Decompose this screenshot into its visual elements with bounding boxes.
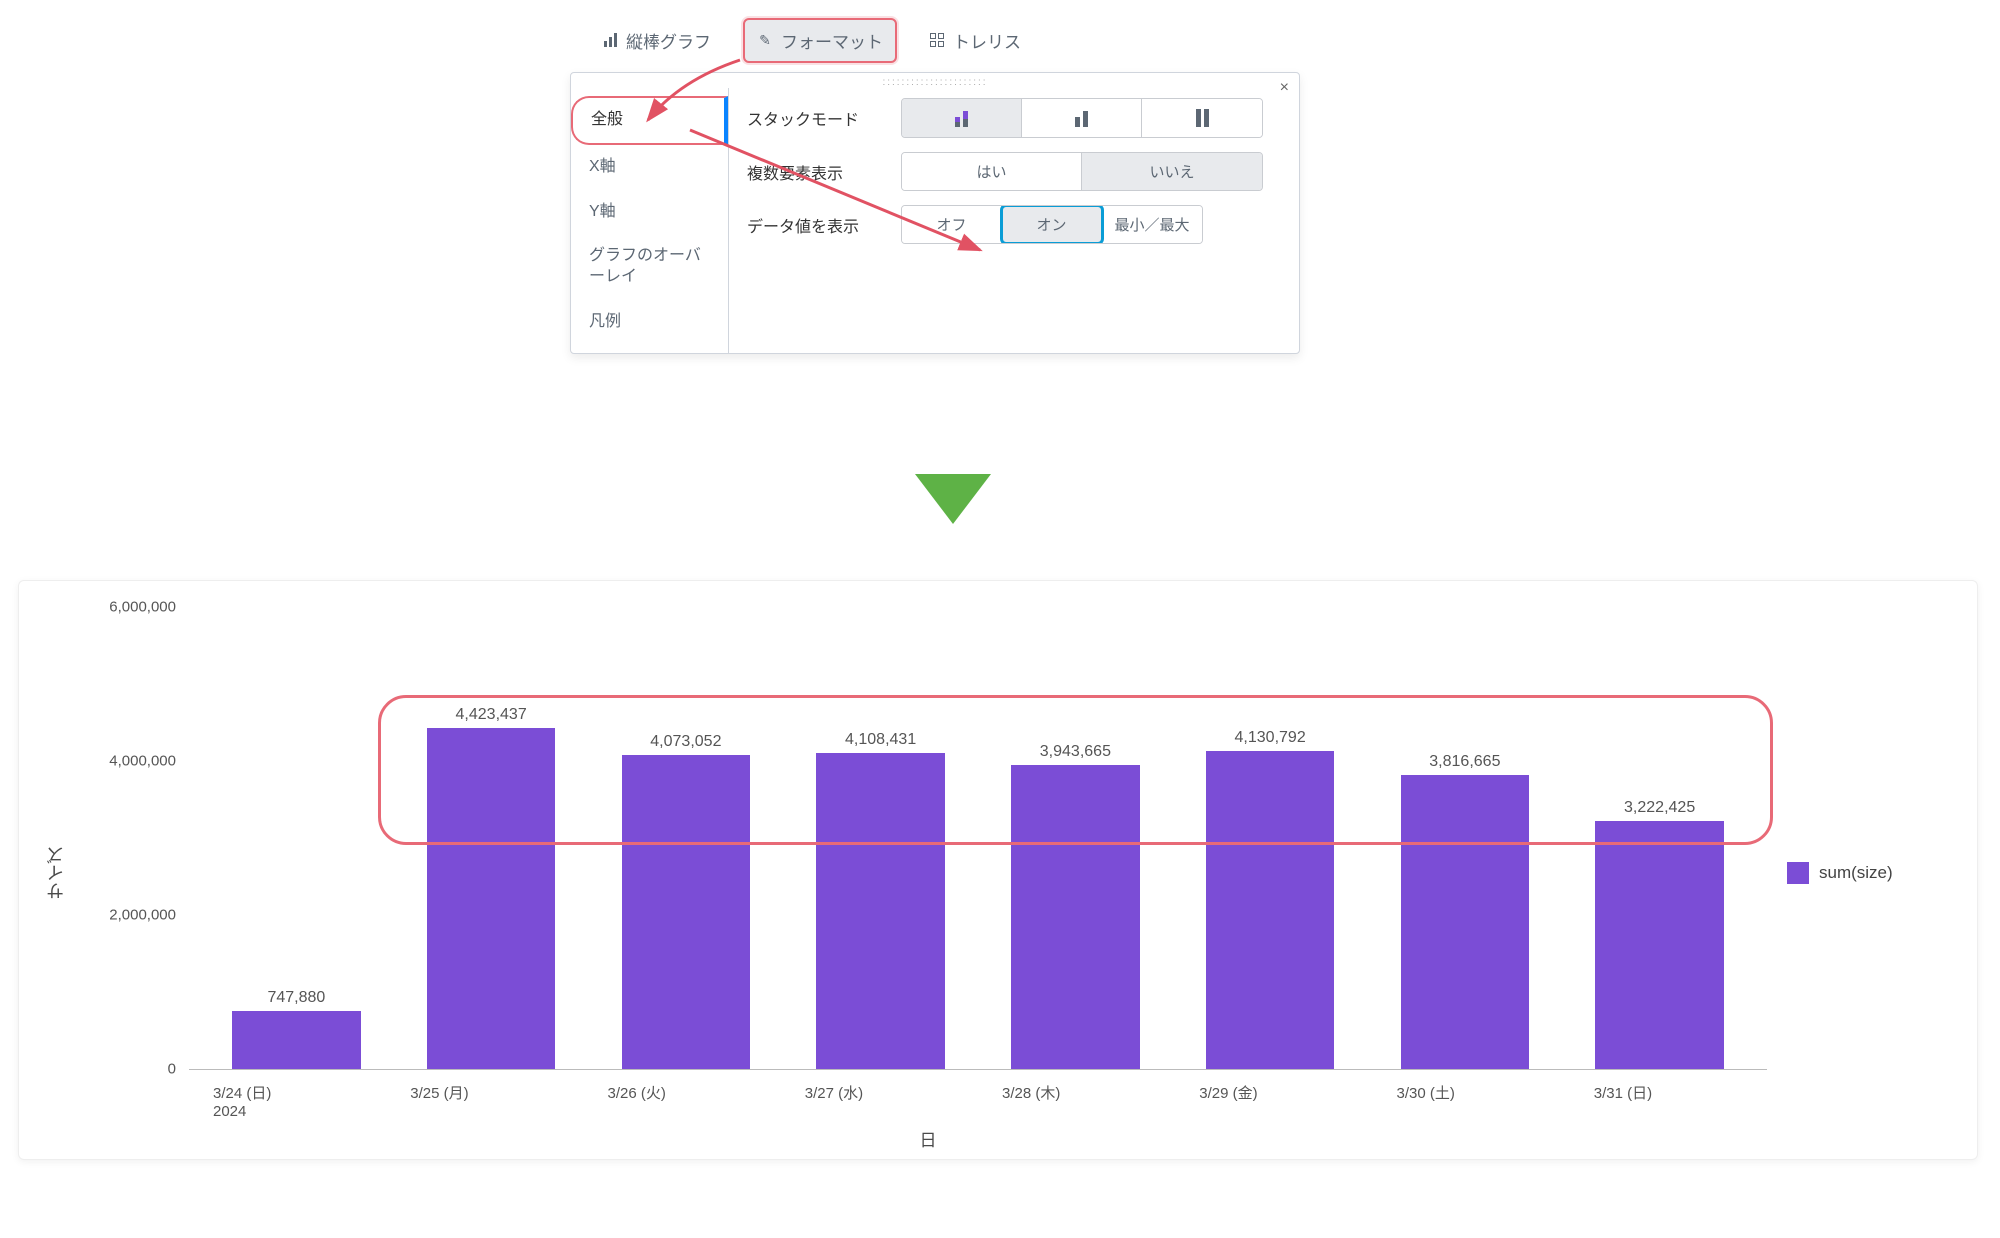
multi-element-segment: はい いいえ [901,152,1263,191]
bar-slot: 4,073,052 [589,607,784,1069]
grouped-bars-icon [955,109,968,127]
bar-slot: 4,423,437 [394,607,589,1069]
x-labels: 3/24 (日)20243/25 (月)3/26 (火)3/27 (水)3/28… [189,1085,1767,1121]
bar-slot: 3,943,665 [978,607,1173,1069]
bar[interactable] [622,755,751,1069]
stack-mode-100pct[interactable] [1142,99,1262,137]
y-axis-title: サイズ [39,846,69,900]
bar-value-label: 4,073,052 [650,733,721,751]
x-tick-label: 3/31 (日) [1570,1085,1767,1121]
bar-slot: 3,222,425 [1562,607,1757,1069]
bar[interactable] [1011,765,1140,1069]
sidebar-item-yaxis[interactable]: Y軸 [571,190,728,235]
stack-mode-segment [901,98,1263,138]
sidebar-item-overlay[interactable]: グラフのオーバーレイ [571,234,728,300]
bar[interactable] [1206,751,1335,1069]
x-tick-label: 3/25 (月) [386,1085,583,1121]
chart-legend[interactable]: sum(size) [1787,597,1957,1149]
legend-swatch [1787,862,1809,884]
sidebar-item-xaxis[interactable]: X軸 [571,145,728,190]
stacked-bars-icon [1075,109,1088,127]
bar-value-label: 747,880 [267,989,325,1007]
bar-value-label: 3,816,665 [1429,753,1500,771]
x-axis-title: 日 [69,1126,1787,1151]
legend-label: sum(size) [1819,863,1893,883]
sidebar-item-general[interactable]: 全般 [571,96,728,145]
bar[interactable] [232,1011,361,1069]
tab-bar-chart-label: 縦棒グラフ [626,28,711,53]
pct-bars-icon [1196,109,1209,127]
dataval-off[interactable]: オフ [902,206,1002,243]
tab-bar-chart[interactable]: 縦棒グラフ [590,20,723,61]
multi-no[interactable]: いいえ [1082,153,1262,190]
format-panel: :::::::::::::::::::::: × 全般 X軸 Y軸 グラフのオー… [570,72,1300,354]
x-tick-label: 3/30 (土) [1373,1085,1570,1121]
bar-value-label: 4,130,792 [1235,729,1306,747]
x-tick-label: 3/29 (金) [1175,1085,1372,1121]
bar-slot: 4,130,792 [1173,607,1368,1069]
data-value-label: データ値を表示 [747,213,887,237]
dataval-on[interactable]: オン [1002,206,1102,243]
config-tab-bar: 縦棒グラフ ✎ フォーマット トレリス [570,20,1310,60]
tab-format[interactable]: ✎ フォーマット [743,18,897,63]
chart-card: サイズ 0 2,000,000 4,000,000 6,000,000 747,880… [18,580,1978,1160]
bar-chart-icon [602,32,618,48]
bar-value-label: 4,423,437 [456,706,527,724]
dataval-minmax[interactable]: 最小／最大 [1102,206,1202,243]
y-tick: 6,000,000 [109,599,176,616]
sidebar-item-legend[interactable]: 凡例 [571,300,728,345]
bar-value-label: 4,108,431 [845,731,916,749]
tab-trellis-label: トレリス [953,28,1021,53]
y-tick: 4,000,000 [109,752,176,769]
bar-slot: 3,816,665 [1368,607,1563,1069]
bar[interactable] [816,753,945,1069]
y-tick: 2,000,000 [109,906,176,923]
multi-element-label: 複数要素表示 [747,160,887,184]
close-button[interactable]: × [1280,79,1289,97]
tab-format-label: フォーマット [781,28,883,53]
panel-sidebar: 全般 X軸 Y軸 グラフのオーバーレイ 凡例 [571,88,729,353]
down-arrow-icon [915,474,991,524]
multi-yes[interactable]: はい [902,153,1082,190]
bar[interactable] [1401,775,1530,1069]
bar-value-label: 3,943,665 [1040,743,1111,761]
chart-plot: 747,880 4,423,437 4,073,052 4,108,431 3,943,… [189,607,1767,1069]
x-tick-label: 3/26 (火) [584,1085,781,1121]
y-ticks: 02,000,0004,000,0006,000,000 [69,607,184,1069]
stack-mode-stacked[interactable] [1022,99,1142,137]
bar-value-label: 3,222,425 [1624,799,1695,817]
stack-mode-grouped[interactable] [902,99,1022,137]
bar[interactable] [1595,821,1724,1069]
tab-trellis[interactable]: トレリス [917,20,1033,61]
y-tick: 0 [168,1061,176,1078]
data-value-segment: オフ オン 最小／最大 [901,205,1203,244]
x-tick-label: 3/28 (木) [978,1085,1175,1121]
bar[interactable] [427,728,556,1069]
trellis-icon [929,32,945,48]
pencil-icon: ✎ [757,32,773,48]
stack-mode-label: スタックモード [747,106,887,130]
drag-handle[interactable]: :::::::::::::::::::::: [571,73,1299,88]
x-tick-label: 3/24 (日)2024 [189,1085,386,1121]
bar-slot: 4,108,431 [783,607,978,1069]
x-tick-label: 3/27 (水) [781,1085,978,1121]
bar-slot: 747,880 [199,607,394,1069]
